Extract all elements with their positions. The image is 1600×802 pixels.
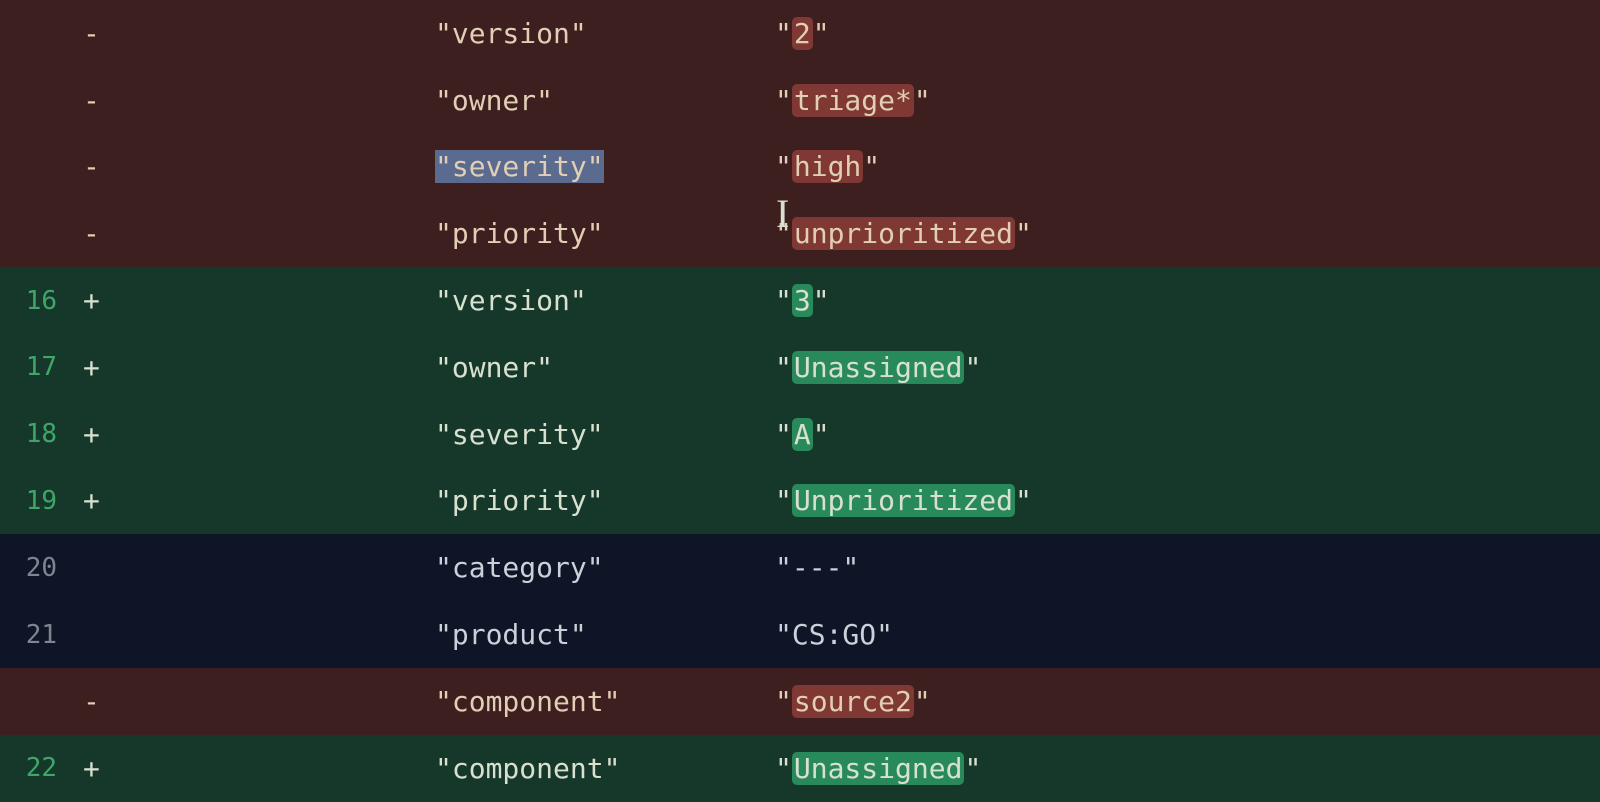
line-content: "category" "---" — [75, 551, 1600, 584]
diff-value-post: " — [813, 17, 830, 50]
line-number: 22 — [0, 753, 75, 783]
diff-key: "priority" — [435, 484, 604, 517]
line-content: + "severity" "A" — [75, 418, 1600, 451]
diff-value-changed: Unassigned — [792, 752, 965, 785]
diff-value-pre: " — [775, 351, 792, 384]
diff-value-pre: "CS:GO" — [775, 618, 893, 651]
diff-value-changed: 3 — [792, 284, 813, 317]
diff-key: "severity" — [435, 418, 604, 451]
diff-line-removed[interactable]: - "priority" "unprioritized" — [0, 200, 1600, 267]
diff-value-changed: Unassigned — [792, 351, 965, 384]
diff-line-added[interactable]: 18+ "severity" "A" — [0, 401, 1600, 468]
diff-value-pre: " — [775, 685, 792, 718]
diff-key: "component" — [435, 752, 620, 785]
diff-value-pre: " — [775, 17, 792, 50]
diff-sign: - — [75, 685, 115, 718]
line-content: - "priority" "unprioritized" — [75, 217, 1600, 250]
diff-sign: + — [75, 284, 115, 317]
diff-key: "severity" — [435, 150, 604, 183]
diff-sign: - — [75, 150, 115, 183]
line-content: - "version" "2" — [75, 17, 1600, 50]
diff-key: "owner" — [435, 351, 553, 384]
diff-key: "version" — [435, 284, 587, 317]
diff-line-context[interactable]: 20 "category" "---" — [0, 534, 1600, 601]
diff-sign: - — [75, 17, 115, 50]
line-number: 17 — [0, 352, 75, 382]
diff-value-changed: Unprioritized — [792, 484, 1015, 517]
diff-line-removed[interactable]: - "version" "2" — [0, 0, 1600, 67]
line-number: 21 — [0, 620, 75, 650]
diff-value-pre: " — [775, 484, 792, 517]
line-content: + "priority" "Unprioritized" — [75, 484, 1600, 517]
diff-sign: + — [75, 418, 115, 451]
diff-value-changed: A — [792, 418, 813, 451]
diff-value-pre: " — [775, 217, 792, 250]
diff-value-changed: source2 — [792, 685, 914, 718]
diff-line-added[interactable]: 17+ "owner" "Unassigned" — [0, 334, 1600, 401]
line-content: + "version" "3" — [75, 284, 1600, 317]
diff-key: "owner" — [435, 84, 553, 117]
diff-sign: + — [75, 484, 115, 517]
diff-value-pre: " — [775, 418, 792, 451]
diff-value-changed: high — [792, 150, 863, 183]
line-content: "product" "CS:GO" — [75, 618, 1600, 651]
diff-key: "component" — [435, 685, 620, 718]
line-content: - "component" "source2" — [75, 685, 1600, 718]
diff-sign: + — [75, 351, 115, 384]
diff-value-pre: " — [775, 84, 792, 117]
line-number: 18 — [0, 419, 75, 449]
diff-key: "product" — [435, 618, 587, 651]
diff-value-post: " — [964, 351, 981, 384]
diff-value-post: " — [813, 284, 830, 317]
diff-value-post: " — [964, 752, 981, 785]
line-number: 20 — [0, 553, 75, 583]
diff-sign: - — [75, 217, 115, 250]
diff-line-removed[interactable]: - "owner" "triage*" — [0, 67, 1600, 134]
diff-line-added[interactable]: 22+ "component" "Unassigned" — [0, 735, 1600, 802]
diff-value-changed: unprioritized — [792, 217, 1015, 250]
line-content: + "component" "Unassigned" — [75, 752, 1600, 785]
diff-key: "version" — [435, 17, 587, 50]
diff-value-changed: 2 — [792, 17, 813, 50]
diff-line-added[interactable]: 19+ "priority" "Unprioritized" — [0, 468, 1600, 535]
diff-value-post: " — [863, 150, 880, 183]
diff-value-post: " — [813, 418, 830, 451]
line-number: 16 — [0, 286, 75, 316]
diff-line-context[interactable]: 21 "product" "CS:GO" — [0, 601, 1600, 668]
diff-line-removed[interactable]: - "severity" "high" — [0, 134, 1600, 201]
line-content: + "owner" "Unassigned" — [75, 351, 1600, 384]
diff-key: "priority" — [435, 217, 604, 250]
diff-value-pre: " — [775, 752, 792, 785]
diff-value-post: " — [914, 685, 931, 718]
diff-sign: + — [75, 752, 115, 785]
diff-line-removed[interactable]: - "component" "source2" — [0, 668, 1600, 735]
diff-value-pre: " — [775, 284, 792, 317]
diff-value-post: " — [1015, 217, 1032, 250]
diff-line-added[interactable]: 16+ "version" "3" — [0, 267, 1600, 334]
diff-sign: - — [75, 84, 115, 117]
diff-value-pre: "---" — [775, 551, 859, 584]
diff-value-post: " — [914, 84, 931, 117]
diff-key: "category" — [435, 551, 604, 584]
diff-value-pre: " — [775, 150, 792, 183]
line-number: 19 — [0, 486, 75, 516]
diff-value-post: " — [1015, 484, 1032, 517]
line-content: - "owner" "triage*" — [75, 84, 1600, 117]
diff-value-changed: triage* — [792, 84, 914, 117]
diff-view[interactable]: -"version""2"-"owner""triage*"-"severity… — [0, 0, 1600, 802]
line-content: - "severity" "high" — [75, 150, 1600, 183]
